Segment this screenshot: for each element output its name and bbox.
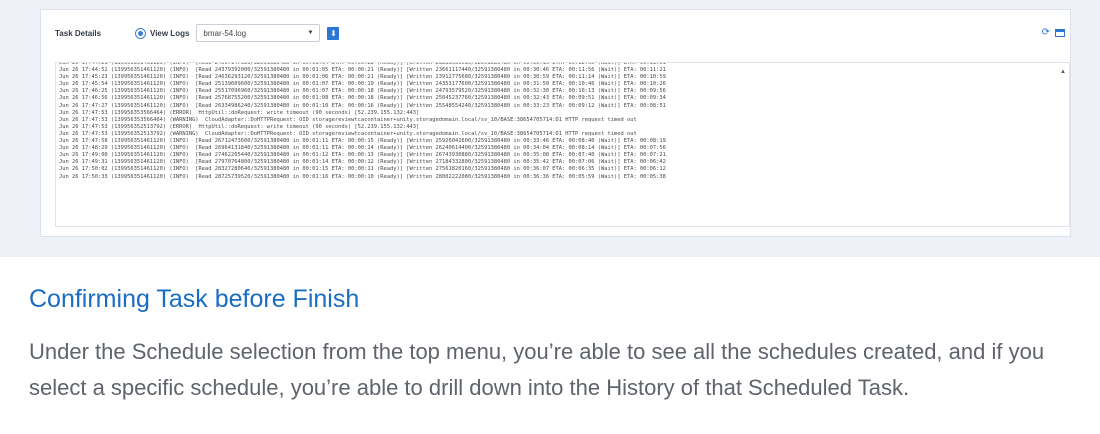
- log-file-value: bmar-54.log: [203, 28, 247, 38]
- section-body: Under the Schedule selection from the to…: [29, 339, 1045, 400]
- log-line: Jun 26 17:50:33 (139956351461120) (INFO)…: [59, 173, 666, 180]
- refresh-icon[interactable]: ⟳: [1042, 28, 1050, 38]
- log-line: Jun 26 17:47:58 (139956351461120) (INFO)…: [59, 138, 666, 145]
- download-icon[interactable]: ⬇: [327, 26, 340, 40]
- header-actions: ⟳: [1042, 28, 1065, 38]
- log-line: Jun 26 17:46:56 (139956351461120) (INFO)…: [59, 95, 666, 102]
- section-heading: Confirming Task before Finish: [29, 285, 360, 313]
- panel-top-strip: [40, 0, 1071, 10]
- radio-selected-icon[interactable]: [135, 27, 146, 39]
- maximize-window-icon[interactable]: [1055, 29, 1065, 37]
- chevron-down-icon: ▼: [307, 30, 314, 36]
- log-output[interactable]: Jun 26 17:44:21 (139956351461120) (INFO)…: [55, 62, 1070, 227]
- log-line: Jun 26 17:47:53 (139956352513792) (WARNI…: [59, 130, 637, 137]
- log-line: Jun 26 17:49:31 (139956351461120) (INFO)…: [59, 159, 666, 166]
- task-details-header: Task Details View Logs bmar-54.log ▼ ⬇ ⟳: [55, 22, 1065, 44]
- log-file-select[interactable]: bmar-54.log ▼: [196, 24, 321, 42]
- task-details-title: Task Details: [55, 28, 102, 38]
- log-line: Jun 26 17:44:52 (139956351461120) (INFO)…: [59, 67, 666, 74]
- log-line: Jun 26 17:47:53 (139956353566464) (ERROR…: [59, 109, 420, 116]
- log-line: Jun 26 17:50:02 (139956351461120) (INFO)…: [59, 166, 666, 173]
- log-line: Jun 26 17:47:27 (139956351461120) (INFO)…: [59, 102, 666, 109]
- scroll-up-arrow-icon[interactable]: ▲: [1060, 69, 1066, 75]
- log-line: Jun 26 17:49:00 (139956351461120) (INFO)…: [59, 152, 666, 159]
- log-line: Jun 26 17:45:54 (139956351461120) (INFO)…: [59, 81, 666, 88]
- log-line: Jun 26 17:47:53 (139956352513792) (ERROR…: [59, 123, 420, 130]
- log-line: Jun 26 17:48:29 (139956351461120) (INFO)…: [59, 145, 666, 152]
- log-line: Jun 26 17:46:25 (139956351461120) (INFO)…: [59, 88, 666, 95]
- view-logs-label: View Logs: [150, 28, 190, 38]
- log-line: Jun 26 17:47:53 (139956353566464) (WARNI…: [59, 116, 637, 123]
- log-lines: Jun 26 17:44:21 (139956351461120) (INFO)…: [59, 63, 1057, 181]
- view-logs-radio[interactable]: View Logs: [135, 27, 196, 39]
- log-line: Jun 26 17:45:23 (139956351461120) (INFO)…: [59, 74, 666, 81]
